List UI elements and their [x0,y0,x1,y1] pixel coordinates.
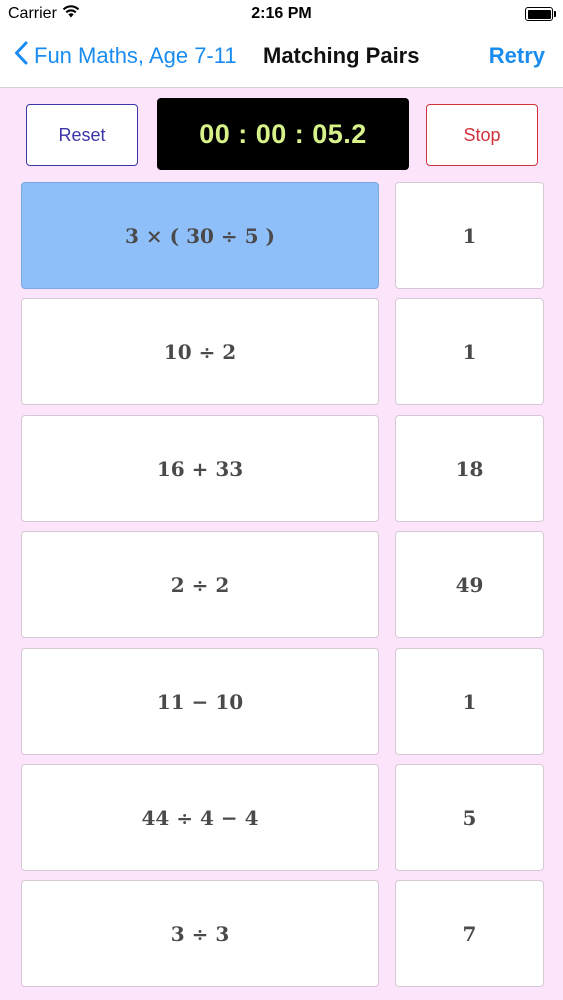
answer-card[interactable]: 1 [395,182,544,289]
answer-card[interactable]: 1 [395,648,544,755]
page-title: Matching Pairs [263,43,420,68]
back-button-label: Fun Maths, Age 7-11 [34,43,237,68]
answer-card[interactable]: 1 [395,298,544,405]
battery-icon [525,7,556,21]
chevron-left-icon [14,41,34,71]
answer-card[interactable]: 5 [395,764,544,871]
expression-card[interactable]: 16 + 33 [21,415,379,522]
status-bar: Carrier 2:16 PM [0,0,563,30]
expression-card[interactable]: 3 × ( 30 ÷ 5 ) [21,182,379,289]
stop-button[interactable]: Stop [426,104,538,166]
expression-card[interactable]: 3 ÷ 3 [21,880,379,987]
back-button[interactable]: Fun Maths, Age 7-11 [14,41,237,71]
status-time: 2:16 PM [251,5,312,22]
expression-card[interactable]: 11 − 10 [21,648,379,755]
answer-card[interactable]: 18 [395,415,544,522]
retry-button[interactable]: Retry [489,43,545,69]
expression-card[interactable]: 2 ÷ 2 [21,531,379,638]
answer-card[interactable]: 7 [395,880,544,987]
expression-card[interactable]: 10 ÷ 2 [21,298,379,405]
navigation-bar: Fun Maths, Age 7-11 Matching Pairs Retry [0,30,563,88]
timer-display: 00 : 00 : 05.2 [157,98,409,170]
answer-card[interactable]: 49 [395,531,544,638]
reset-button[interactable]: Reset [26,104,138,166]
expression-card[interactable]: 44 ÷ 4 − 4 [21,764,379,871]
